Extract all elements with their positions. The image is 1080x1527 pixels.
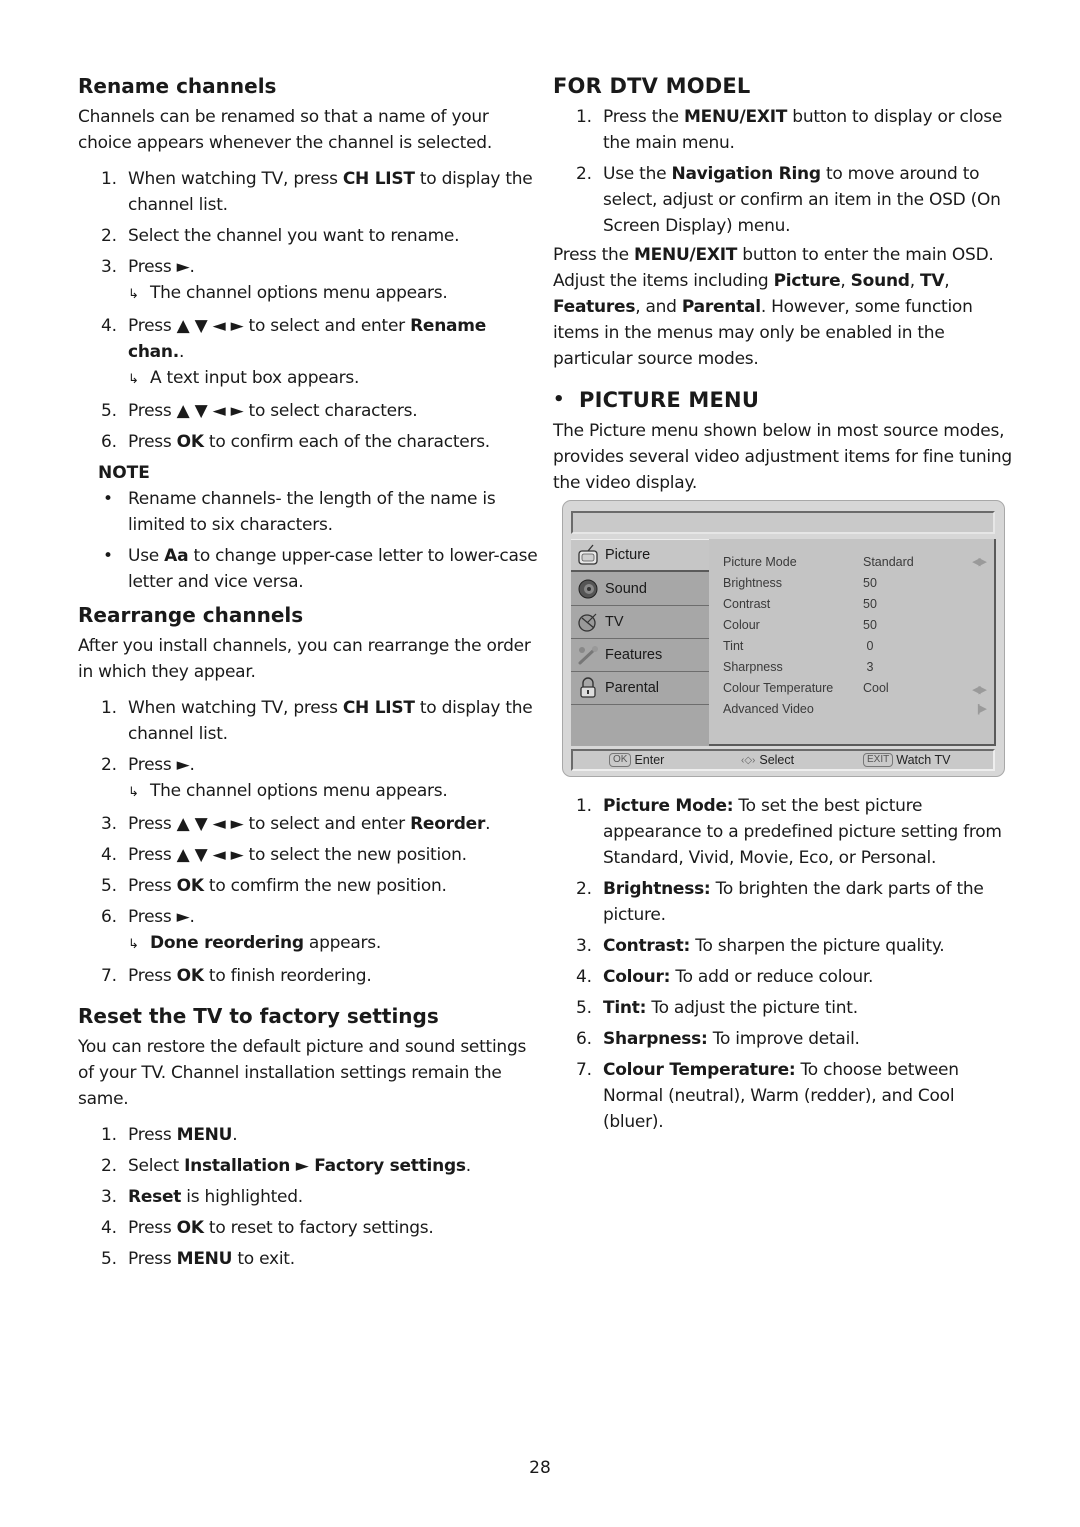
reset-intro: You can restore the default picture and … bbox=[78, 1037, 527, 1109]
osd-row-picture-mode[interactable]: Picture Mode Standard ◀▶ bbox=[723, 551, 993, 572]
list-item: 5. Press OK to comfirm the new position. bbox=[101, 876, 447, 896]
list-item: 2. Brightness: To brighten the dark parts… bbox=[576, 879, 984, 925]
rearrange-steps: 1. When watching TV, press CH LIST to dis… bbox=[78, 695, 540, 989]
left-right-arrows-icon: ◀▶ bbox=[972, 684, 987, 696]
list-item: 3. Contrast: To sharpen the picture quali… bbox=[576, 936, 945, 956]
picture-items: 1. Picture Mode: To set the best picture … bbox=[553, 793, 1013, 1135]
osd-sidebar-item-features[interactable]: Features bbox=[571, 639, 709, 672]
ok-key-icon: OK bbox=[609, 753, 632, 767]
osd-sidebar: Picture Sound TV Features Parental bbox=[571, 539, 712, 746]
osd-picture-menu: Picture Sound TV Features Parental Pictu… bbox=[562, 500, 1005, 777]
reset-steps: 1. Press MENU. 2. Select Installation ► Fa… bbox=[78, 1122, 540, 1272]
exit-key-icon: EXIT bbox=[863, 753, 894, 767]
list-item: 1. Press the MENU/EXIT button to display … bbox=[576, 107, 1003, 153]
result-arrow-icon: ↳ bbox=[128, 372, 139, 387]
result-arrow-icon: ↳ bbox=[128, 287, 139, 302]
left-column: Rename channels Channels can be renamed … bbox=[78, 72, 540, 1277]
osd-enter-hint: OK Enter bbox=[609, 753, 664, 767]
rename-steps: 1. When watching TV, press CH LIST to dis… bbox=[78, 166, 540, 455]
osd-select-hint: ‹◇› Select bbox=[741, 753, 795, 767]
left-right-arrows-icon: ◀▶ bbox=[972, 556, 987, 568]
osd-row-sharpness[interactable]: Sharpness 3 bbox=[723, 656, 993, 677]
dtv-steps: 1. Press the MENU/EXIT button to display … bbox=[553, 104, 1013, 239]
list-item: 6. Press OK to confirm each of the charac… bbox=[101, 432, 490, 452]
satellite-dish-icon bbox=[575, 611, 601, 633]
list-item: 4. Colour: To add or reduce colour. bbox=[576, 967, 874, 987]
list-item: 7. Press OK to finish reordering. bbox=[101, 966, 372, 986]
osd-row-tint[interactable]: Tint 0 bbox=[723, 635, 993, 656]
result-arrow-icon: ↳ bbox=[128, 937, 139, 952]
osd-sidebar-item-sound[interactable]: Sound bbox=[571, 573, 709, 606]
note-heading: NOTE bbox=[98, 463, 150, 483]
picture-intro: The Picture menu shown below in most sou… bbox=[553, 421, 1012, 493]
list-item: 3. Press ►. ↳ The channel options menu appe… bbox=[101, 254, 540, 308]
list-item: 3. Press ▲ ▼ ◄ ► to select and enter Reor… bbox=[101, 814, 491, 834]
list-item: 6. Press ►. ↳ Done reordering appears. bbox=[101, 904, 540, 958]
list-item: 1. Press MENU. bbox=[101, 1125, 238, 1145]
right-column: FOR DTV MODEL 1. Press the MENU/EXIT butt… bbox=[553, 72, 1013, 1140]
osd-sidebar-item-picture[interactable]: Picture bbox=[571, 539, 712, 572]
reset-factory-heading: Reset the TV to factory settings bbox=[78, 1004, 439, 1028]
osd-row-colour[interactable]: Colour 50 bbox=[723, 614, 993, 635]
osd-row-advanced-video[interactable]: Advanced Video ||▶ bbox=[723, 698, 993, 719]
tv-icon bbox=[575, 544, 601, 566]
osd-exit-hint: EXIT Watch TV bbox=[863, 753, 950, 767]
rearrange-channels-heading: Rearrange channels bbox=[78, 603, 304, 627]
osd-row-colour-temperature[interactable]: Colour Temperature Cool ◀▶ bbox=[723, 677, 993, 698]
list-item: 7. Colour Temperature: To choose between … bbox=[576, 1060, 959, 1132]
picture-menu-heading: • PICTURE MENU bbox=[553, 388, 760, 412]
list-item: 2. Select Installation ► Factory settings… bbox=[101, 1156, 471, 1176]
list-item: Use Aa to change upper-case letter to lo… bbox=[101, 543, 540, 595]
list-item: 5. Tint: To adjust the picture tint. bbox=[576, 998, 858, 1018]
list-item: 1. Picture Mode: To set the best picture … bbox=[576, 796, 1002, 868]
result-arrow-icon: ↳ bbox=[128, 785, 139, 800]
osd-row-contrast[interactable]: Contrast 50 bbox=[723, 593, 993, 614]
list-item: 2. Select the channel you want to rename. bbox=[101, 226, 460, 246]
list-item: 1. When watching TV, press CH LIST to dis… bbox=[101, 698, 533, 744]
rename-channels-heading: Rename channels bbox=[78, 74, 277, 98]
osd-settings-panel: Picture Mode Standard ◀▶ Brightness 50 Cont… bbox=[709, 539, 996, 746]
osd-sidebar-item-tv[interactable]: TV bbox=[571, 606, 709, 639]
list-item: 5. Press ▲ ▼ ◄ ► to select characters. bbox=[101, 401, 418, 421]
list-item: 2. Press ►. ↳ The channel options menu appe… bbox=[101, 752, 540, 806]
padlock-icon bbox=[575, 677, 601, 699]
osd-sidebar-item-parental[interactable]: Parental bbox=[571, 672, 709, 705]
osd-footer: OK Enter ‹◇› Select EXIT Watch TV bbox=[571, 749, 995, 771]
list-item: 4. Press ▲ ▼ ◄ ► to select and enter Rena… bbox=[101, 313, 540, 393]
osd-title-bar bbox=[571, 511, 995, 534]
list-item: 4. Press OK to reset to factory settings. bbox=[101, 1218, 434, 1238]
list-item: 2. Use the Navigation Ring to move around… bbox=[576, 164, 1001, 236]
list-item: 6. Sharpness: To improve detail. bbox=[576, 1029, 860, 1049]
navigation-ring-icon: ‹◇› bbox=[741, 754, 756, 766]
wrench-icon bbox=[575, 644, 601, 666]
enter-submenu-icon: ||▶ bbox=[976, 703, 987, 715]
rename-notes: Rename channels- the length of the name … bbox=[78, 486, 540, 595]
list-item: 3. Reset is highlighted. bbox=[101, 1187, 303, 1207]
rearrange-intro: After you install channels, you can rear… bbox=[78, 636, 531, 682]
list-item: Rename channels- the length of the name … bbox=[101, 486, 540, 538]
dtv-paragraph: Press the MENU/EXIT button to enter the … bbox=[553, 245, 994, 369]
list-item: 5. Press MENU to exit. bbox=[101, 1249, 295, 1269]
dtv-model-heading: FOR DTV MODEL bbox=[553, 74, 751, 98]
bullet-icon: • bbox=[553, 389, 565, 410]
list-item: 1. When watching TV, press CH LIST to dis… bbox=[101, 169, 533, 215]
rename-intro: Channels can be renamed so that a name o… bbox=[78, 107, 492, 153]
speaker-icon bbox=[575, 578, 601, 600]
list-item: 4. Press ▲ ▼ ◄ ► to select the new positi… bbox=[101, 845, 467, 865]
page-number: 28 bbox=[529, 1458, 551, 1478]
osd-row-brightness[interactable]: Brightness 50 bbox=[723, 572, 993, 593]
